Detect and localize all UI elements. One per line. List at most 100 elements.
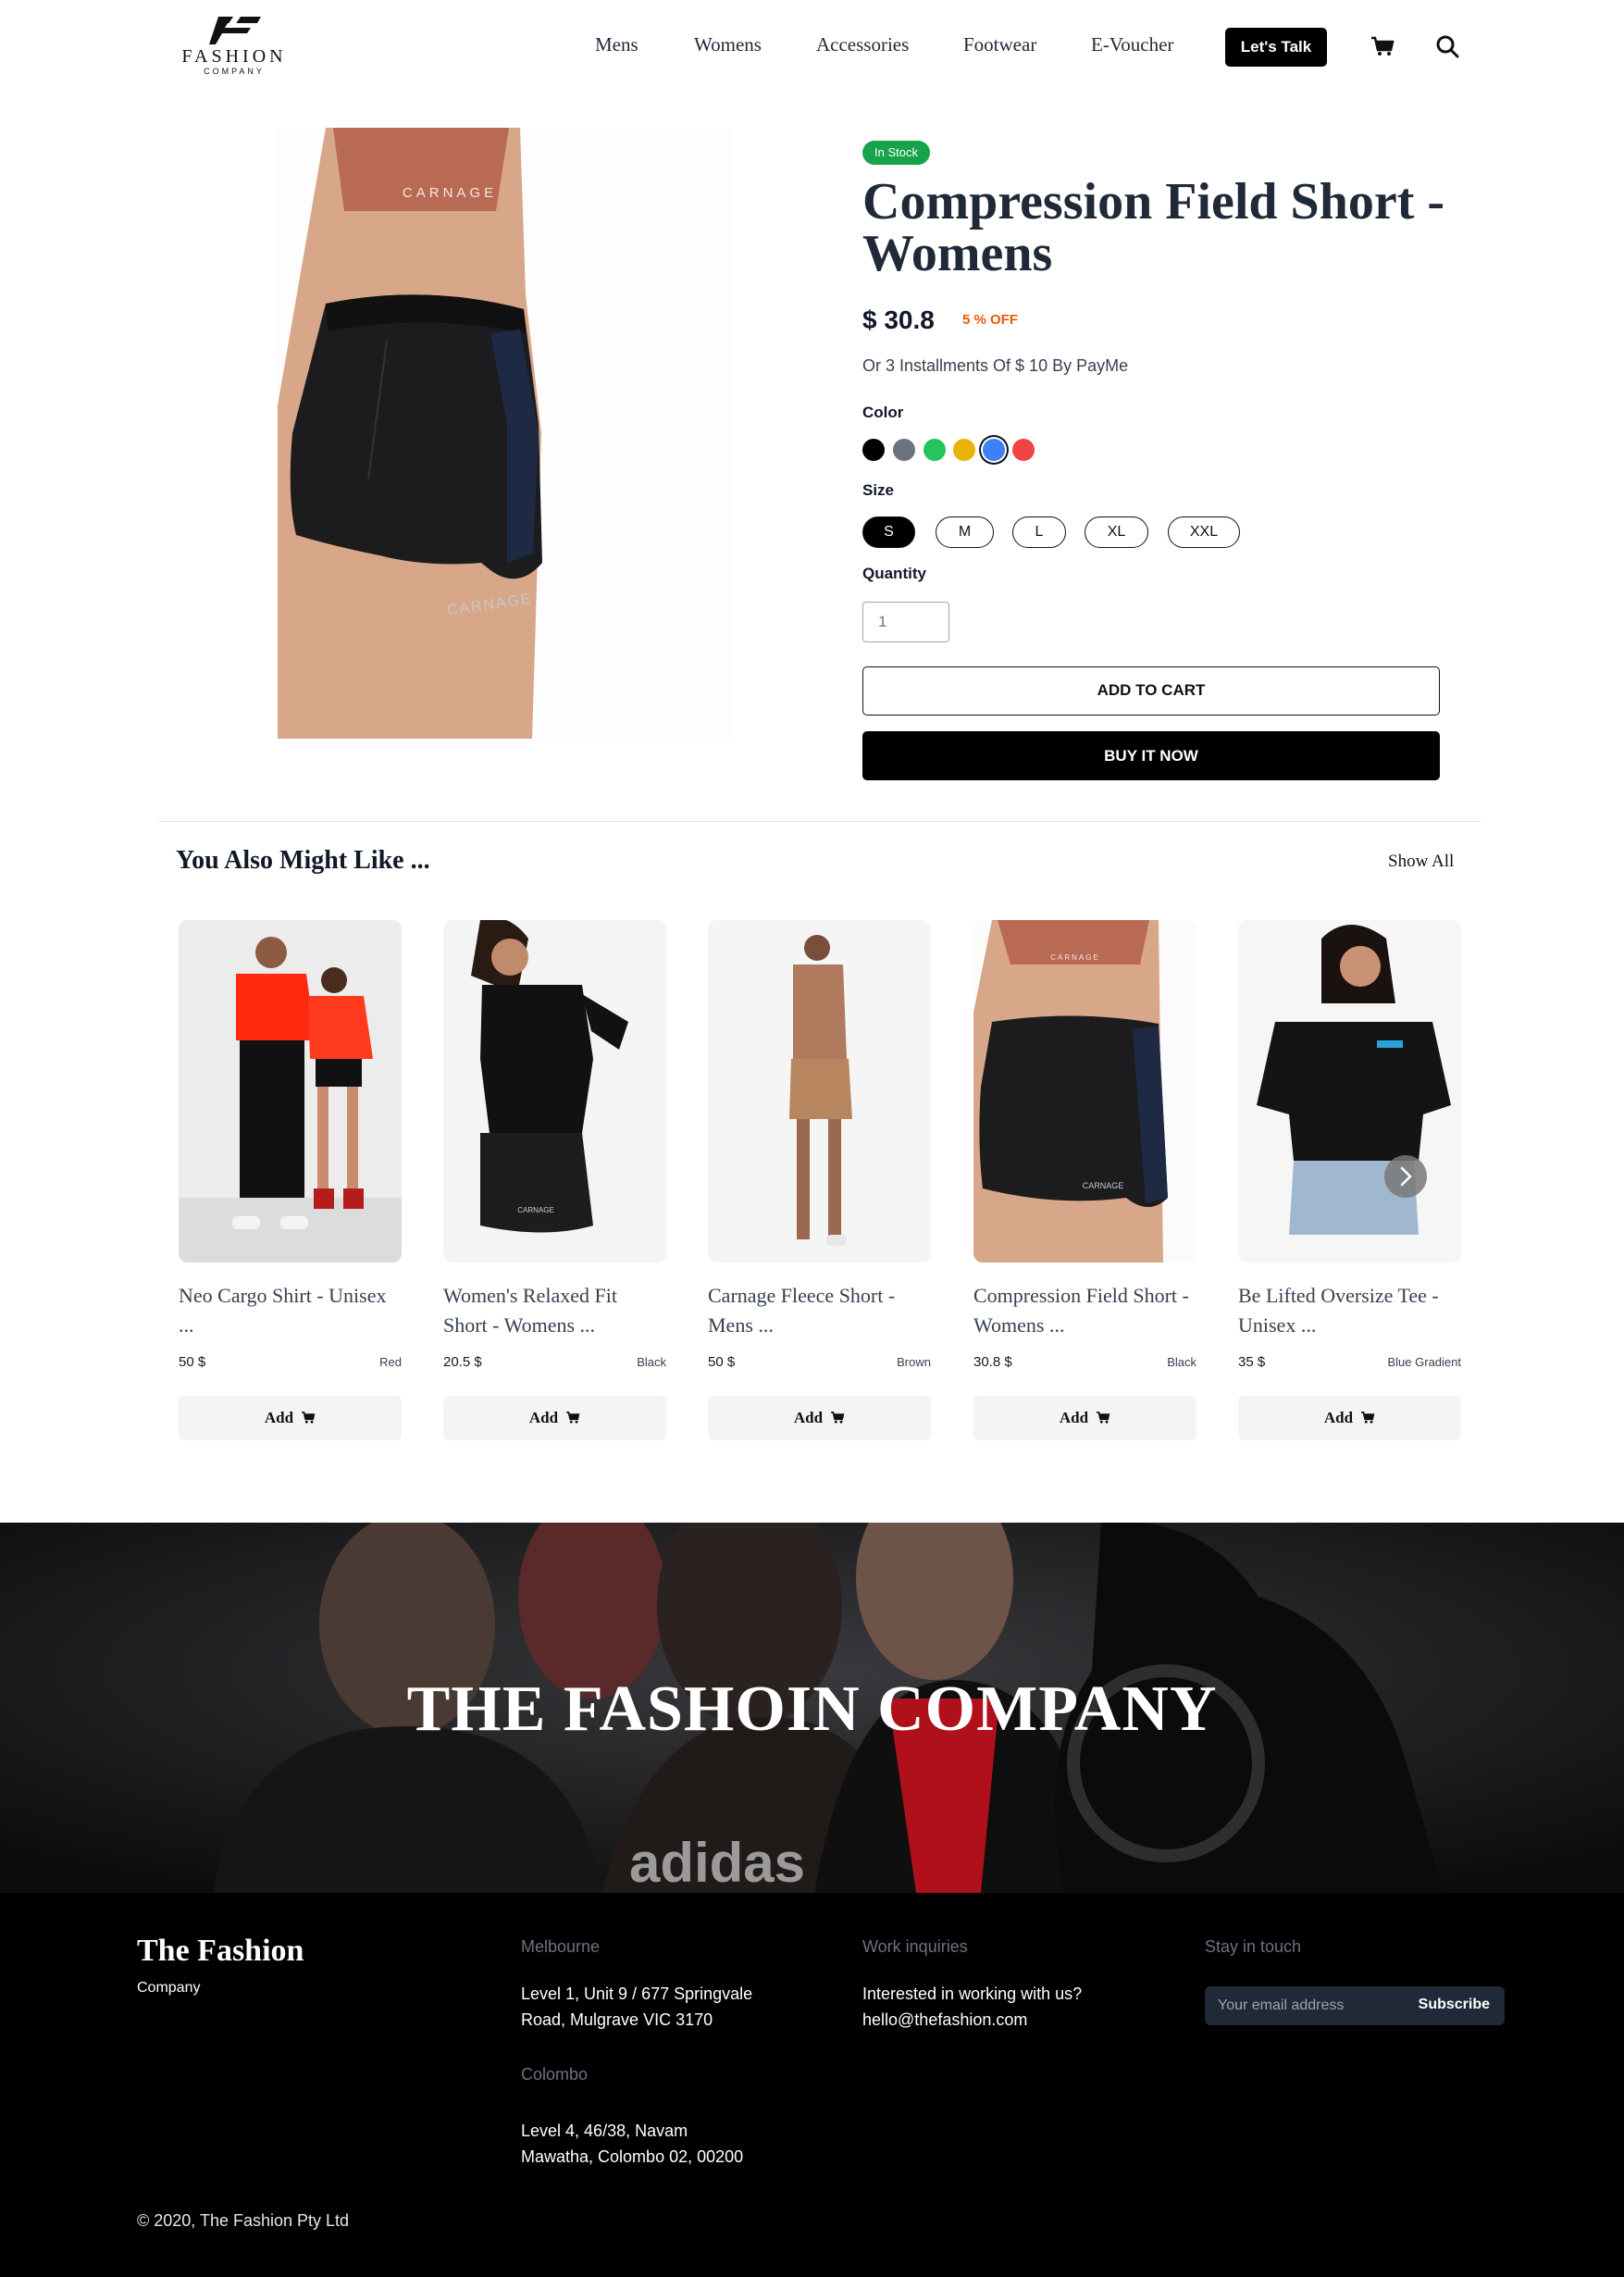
product-card-price: 50 $: [708, 1354, 736, 1370]
product-card-name[interactable]: Carnage Fleece Short - Mens ...: [708, 1281, 931, 1340]
product-card-price: 30.8 $: [973, 1354, 1012, 1370]
product-card[interactable]: CARNAGE Women's Relaxed Fit Short - Wome…: [443, 920, 666, 1440]
show-all-link[interactable]: Show All: [1388, 852, 1454, 872]
color-swatch-black[interactable]: [862, 439, 885, 461]
quantity-label: Quantity: [862, 565, 926, 582]
footer-brand-sub: Company: [137, 1980, 201, 1996]
footer-brand: The Fashion: [137, 1934, 304, 1968]
discount-badge: 5 % OFF: [962, 312, 1019, 328]
banner-title: THE FASHOIN COMPANY: [406, 1674, 1218, 1745]
colombo-address-line2: Mawatha, Colombo 02, 00200: [521, 2147, 744, 2166]
product-title: Compression Field Short - Womens: [862, 173, 1444, 282]
add-to-cart-button[interactable]: Add: [179, 1396, 402, 1440]
add-to-cart-button[interactable]: Add: [708, 1396, 931, 1440]
product-card[interactable]: CARNAGE CARNAGE Compression Field Short …: [973, 920, 1196, 1440]
product-card[interactable]: Carnage Fleece Short - Mens ... 50 $ Bro…: [708, 920, 931, 1440]
brand-logo[interactable]: FASHION COMPANY: [172, 13, 296, 76]
newsletter-form: Subscribe: [1205, 1986, 1505, 2025]
product-price: $ 30.8: [862, 305, 935, 334]
nav-mens[interactable]: Mens: [595, 33, 638, 56]
related-section-title: You Also Might Like ...: [176, 846, 430, 875]
product-card-color: Brown: [897, 1355, 931, 1369]
cart-icon: [831, 1412, 845, 1424]
color-swatch-gray[interactable]: [893, 439, 915, 461]
colombo-address-line1: Level 4, 46/38, Navam: [521, 2121, 688, 2140]
melbourne-heading: Melbourne: [521, 1937, 601, 1956]
work-inquiries-heading: Work inquiries: [862, 1937, 968, 1956]
product-card-color: Red: [379, 1355, 402, 1369]
svg-text:CARNAGE: CARNAGE: [1083, 1181, 1124, 1190]
logo-mark-icon: [209, 17, 261, 44]
product-card-price: 35 $: [1238, 1354, 1266, 1370]
color-swatch-red[interactable]: [1012, 439, 1035, 461]
melbourne-address-line1: Level 1, Unit 9 / 677 Springvale: [521, 1985, 753, 2003]
installment-note: Or 3 Installments Of $ 10 By PayMe: [862, 356, 1129, 375]
nav-accessories[interactable]: Accessories: [816, 33, 909, 56]
cart-icon[interactable]: [1370, 33, 1395, 59]
product-card[interactable]: Neo Cargo Shirt - Unisex ... 50 $ Red Ad…: [179, 920, 402, 1440]
color-swatch-yellow[interactable]: [953, 439, 975, 461]
work-inquiries-text: Interested in working with us?: [862, 1985, 1083, 2003]
add-label: Add: [264, 1409, 294, 1426]
site-footer: The Fashion Company Melbourne Level 1, U…: [0, 1893, 1624, 2277]
size-option-xxl[interactable]: XXL: [1168, 516, 1240, 548]
subscribe-button[interactable]: Subscribe: [1419, 1997, 1490, 2013]
cart-icon: [1361, 1412, 1375, 1424]
lets-talk-button[interactable]: Let's Talk: [1225, 28, 1327, 67]
melbourne-address-line2: Road, Mulgrave VIC 3170: [521, 2010, 713, 2029]
svg-text:CARNAGE: CARNAGE: [1050, 953, 1100, 962]
top-brand-text: CARNAGE: [403, 185, 497, 201]
product-card-image: [1238, 920, 1461, 1263]
color-swatch-green[interactable]: [924, 439, 946, 461]
quantity-input[interactable]: [862, 602, 949, 642]
size-label: Size: [862, 481, 895, 499]
cart-icon: [566, 1412, 580, 1424]
newsletter-email-input[interactable]: [1205, 1986, 1399, 2025]
buy-it-now-button[interactable]: BUY IT NOW: [862, 731, 1440, 780]
logo-word: FASHION: [181, 46, 287, 67]
color-swatch-blue[interactable]: [983, 439, 1005, 461]
in-stock-badge: In Stock: [862, 141, 930, 165]
work-email-link[interactable]: hello@thefashion.com: [862, 2007, 1027, 2033]
nav-footwear[interactable]: Footwear: [963, 33, 1036, 56]
add-to-cart-button[interactable]: Add: [1238, 1396, 1461, 1440]
product-card-name[interactable]: Compression Field Short - Womens ...: [973, 1281, 1196, 1340]
size-option-s[interactable]: S: [862, 516, 915, 548]
add-to-cart-button[interactable]: Add: [443, 1396, 666, 1440]
product-card-image: [179, 920, 402, 1263]
cart-icon: [1097, 1412, 1110, 1424]
product-card-image: CARNAGE: [443, 920, 666, 1263]
cart-icon: [302, 1412, 316, 1424]
product-card-name[interactable]: Be Lifted Oversize Tee - Unisex ...: [1238, 1281, 1461, 1340]
brand-banner: adidas THE FASHOIN COMPANY: [0, 1523, 1624, 1893]
logo-subword: COMPANY: [204, 67, 265, 76]
color-label: Color: [862, 404, 904, 421]
nav-womens[interactable]: Womens: [694, 33, 762, 56]
add-label: Add: [1059, 1409, 1089, 1426]
product-card-image: [708, 920, 931, 1263]
copyright-text: © 2020, The Fashion Pty Ltd: [137, 2211, 350, 2230]
add-to-cart-button[interactable]: ADD TO CART: [862, 666, 1440, 715]
product-card-color: Black: [1167, 1355, 1196, 1369]
search-icon[interactable]: [1434, 33, 1460, 59]
product-card-name[interactable]: Neo Cargo Shirt - Unisex ...: [179, 1281, 402, 1340]
site-header: FASHION COMPANY Mens Womens Accessories …: [0, 0, 1624, 93]
add-label: Add: [1323, 1409, 1354, 1426]
nav-e-voucher[interactable]: E-Voucher: [1091, 33, 1173, 56]
banner-image-text: adidas: [629, 1832, 805, 1893]
carousel-next-button[interactable]: [1384, 1155, 1427, 1198]
product-card-image: CARNAGE CARNAGE: [973, 920, 1196, 1263]
product-card-color: Blue Gradient: [1387, 1355, 1462, 1369]
product-card-color: Black: [637, 1355, 666, 1369]
size-option-xl[interactable]: XL: [1085, 516, 1148, 548]
add-label: Add: [793, 1409, 824, 1426]
product-card-price: 20.5 $: [443, 1354, 482, 1370]
product-image: CARNAGE CARNAGE: [278, 128, 731, 739]
size-option-m[interactable]: M: [936, 516, 994, 548]
size-option-l[interactable]: L: [1012, 516, 1066, 548]
stay-in-touch-heading: Stay in touch: [1205, 1937, 1302, 1956]
product-card-name[interactable]: Women's Relaxed Fit Short - Womens ...: [443, 1281, 666, 1340]
product-card[interactable]: Be Lifted Oversize Tee - Unisex ... 35 $…: [1238, 920, 1461, 1440]
add-to-cart-button[interactable]: Add: [973, 1396, 1196, 1440]
add-label: Add: [528, 1409, 559, 1426]
